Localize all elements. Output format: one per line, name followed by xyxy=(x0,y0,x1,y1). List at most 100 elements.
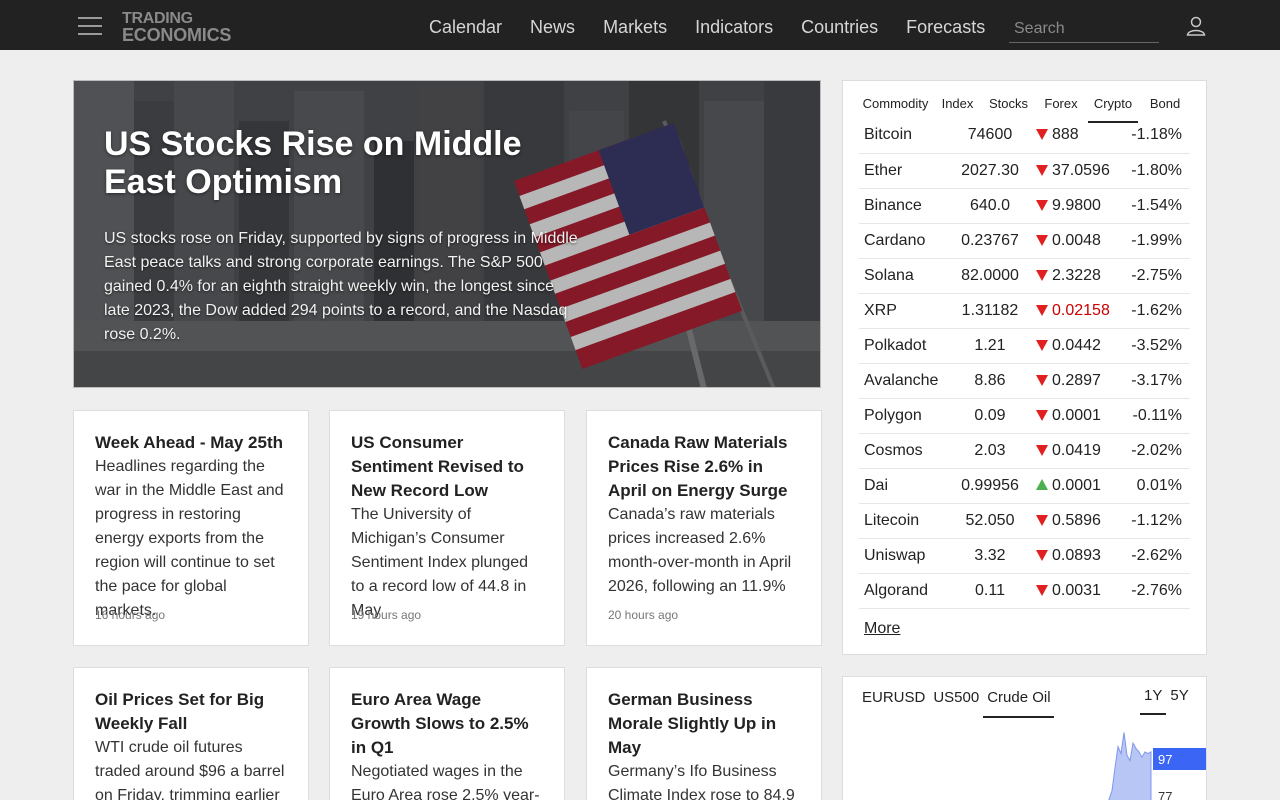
quote-row[interactable]: Dai 0.99956 0.0001 0.01% xyxy=(859,468,1190,503)
news-time: 19 hours ago xyxy=(351,608,422,622)
quote-percent: -1.99% xyxy=(1131,231,1182,249)
quote-price: 2.03 xyxy=(974,441,1006,459)
quote-percent: -1.18% xyxy=(1131,126,1182,144)
quote-row[interactable]: Cardano 0.23767 0.0048 -1.99% xyxy=(859,223,1190,258)
chart-panel: EURUSD US500 Crude Oil 1Y 5Y 97 77 xyxy=(842,676,1207,800)
quote-price: 74600 xyxy=(967,126,1013,144)
search-input[interactable] xyxy=(1009,15,1159,43)
quote-percent: -1.62% xyxy=(1131,301,1182,319)
news-title[interactable]: Week Ahead - May 25th xyxy=(95,431,288,455)
quote-name: Solana xyxy=(864,266,914,284)
nav-markets[interactable]: Markets xyxy=(589,0,681,50)
top-nav-bar: TRADING ECONOMICS Calendar News Markets … xyxy=(0,0,1280,50)
logo-line-2: ECONOMICS xyxy=(122,25,232,45)
quote-row[interactable]: Solana 82.0000 2.3228 -2.75% xyxy=(859,258,1190,293)
quote-name: XRP xyxy=(864,301,897,319)
arrow-down-icon xyxy=(1036,269,1048,281)
quote-price: 0.09 xyxy=(974,406,1006,424)
quote-change-value: 0.5896 xyxy=(1052,511,1101,529)
quote-change-value: 0.0893 xyxy=(1052,546,1101,564)
quote-price: 2027.30 xyxy=(961,161,1019,179)
quote-name: Bitcoin xyxy=(864,126,913,144)
quote-row[interactable]: Polygon 0.09 0.0001 -0.11% xyxy=(859,398,1190,433)
quote-row[interactable]: Bitcoin 74600 888 -1.18% xyxy=(859,118,1190,153)
quote-change: 9.9800 xyxy=(1036,188,1124,223)
quote-change-value: 37.0596 xyxy=(1052,161,1110,179)
quote-percent: -1.80% xyxy=(1131,161,1182,179)
quote-price: 8.86 xyxy=(974,371,1006,389)
quote-name: Avalanche xyxy=(864,371,939,389)
news-summary: Negotiated wages in the Euro Area rose 2… xyxy=(351,763,540,800)
arrow-down-icon xyxy=(1036,339,1048,351)
news-title[interactable]: Oil Prices Set for Big Weekly Fall xyxy=(95,688,288,736)
logo[interactable]: TRADING ECONOMICS xyxy=(122,11,232,45)
quote-percent: -1.54% xyxy=(1131,196,1182,214)
quote-price: 1.21 xyxy=(974,336,1006,354)
quote-change: 0.0893 xyxy=(1036,538,1124,573)
quote-name: Litecoin xyxy=(864,511,920,529)
quote-row[interactable]: Polkadot 1.21 0.0442 -3.52% xyxy=(859,328,1190,363)
news-title[interactable]: Canada Raw Materials Prices Rise 2.6% in… xyxy=(608,431,801,503)
quote-name: Cosmos xyxy=(864,441,923,459)
quote-percent: -1.12% xyxy=(1131,511,1182,529)
news-card[interactable]: Oil Prices Set for Big Weekly Fall WTI c… xyxy=(73,667,309,800)
quote-row[interactable]: XRP 1.31182 0.02158 -1.62% xyxy=(859,293,1190,328)
quote-percent: -2.76% xyxy=(1131,581,1182,599)
nav-indicators[interactable]: Indicators xyxy=(681,0,787,50)
quote-change: 0.0031 xyxy=(1036,573,1124,608)
quote-change: 0.0001 xyxy=(1036,468,1124,503)
quote-row[interactable]: Algorand 0.11 0.0031 -2.76% xyxy=(859,573,1190,608)
news-card[interactable]: Euro Area Wage Growth Slows to 2.5% in Q… xyxy=(329,667,565,800)
arrow-down-icon xyxy=(1036,584,1048,596)
news-card[interactable]: Week Ahead - May 25th Headlines regardin… xyxy=(73,410,309,646)
nav-calendar[interactable]: Calendar xyxy=(415,0,516,50)
quote-change-value: 0.0001 xyxy=(1052,476,1101,494)
quote-price: 82.0000 xyxy=(961,266,1019,284)
quote-change-value: 888 xyxy=(1052,126,1079,144)
nav-news[interactable]: News xyxy=(516,0,589,50)
quote-price: 1.31182 xyxy=(961,301,1019,319)
news-card[interactable]: Canada Raw Materials Prices Rise 2.6% in… xyxy=(586,410,822,646)
price-chart[interactable]: 97 77 xyxy=(843,677,1207,800)
arrow-down-icon xyxy=(1036,304,1048,316)
news-card[interactable]: German Business Morale Slightly Up in Ma… xyxy=(586,667,822,800)
hero-article[interactable]: US Stocks Rise on Middle East Optimism U… xyxy=(73,80,821,388)
quote-name: Dai xyxy=(864,476,889,494)
quote-price: 0.99956 xyxy=(961,476,1019,494)
quote-name: Algorand xyxy=(864,581,929,599)
nav-forecasts[interactable]: Forecasts xyxy=(892,0,999,50)
quote-price: 640.0 xyxy=(969,196,1011,214)
hero-summary: US stocks rose on Friday, supported by s… xyxy=(104,230,578,343)
quote-row[interactable]: Binance 640.0 9.9800 -1.54% xyxy=(859,188,1190,223)
quote-row[interactable]: Cosmos 2.03 0.0419 -2.02% xyxy=(859,433,1190,468)
arrow-down-icon xyxy=(1036,409,1048,421)
news-title[interactable]: US Consumer Sentiment Revised to New Rec… xyxy=(351,431,544,503)
quote-change: 0.02158 xyxy=(1036,293,1124,328)
quote-name: Binance xyxy=(864,196,922,214)
quote-row[interactable]: Uniswap 3.32 0.0893 -2.62% xyxy=(859,538,1190,573)
news-time: 20 hours ago xyxy=(608,608,679,622)
quote-row[interactable]: Ether 2027.30 37.0596 -1.80% xyxy=(859,153,1190,188)
hero-title[interactable]: US Stocks Rise on Middle East Optimism xyxy=(104,125,574,201)
quote-change: 888 xyxy=(1036,118,1124,153)
user-icon[interactable] xyxy=(1186,16,1206,36)
quote-change-value: 0.2897 xyxy=(1052,371,1101,389)
arrow-down-icon xyxy=(1036,514,1048,526)
quote-row[interactable]: Avalanche 8.86 0.2897 -3.17% xyxy=(859,363,1190,398)
news-card[interactable]: US Consumer Sentiment Revised to New Rec… xyxy=(329,410,565,646)
arrow-down-icon xyxy=(1036,129,1048,141)
quote-name: Polygon xyxy=(864,406,922,424)
news-time: 16 hours ago xyxy=(95,608,166,622)
quote-row[interactable]: Litecoin 52.050 0.5896 -1.12% xyxy=(859,503,1190,538)
more-link[interactable]: More xyxy=(864,620,900,638)
quote-name: Ether xyxy=(864,161,903,179)
quote-change: 37.0596 xyxy=(1036,153,1124,188)
news-title[interactable]: German Business Morale Slightly Up in Ma… xyxy=(608,688,801,760)
quote-change: 2.3228 xyxy=(1036,258,1124,293)
quote-change: 0.0419 xyxy=(1036,433,1124,468)
menu-icon[interactable] xyxy=(78,17,102,35)
quote-percent: 0.01% xyxy=(1136,476,1182,494)
nav-countries[interactable]: Countries xyxy=(787,0,892,50)
quote-change: 0.2897 xyxy=(1036,363,1124,398)
news-title[interactable]: Euro Area Wage Growth Slows to 2.5% in Q… xyxy=(351,688,544,760)
